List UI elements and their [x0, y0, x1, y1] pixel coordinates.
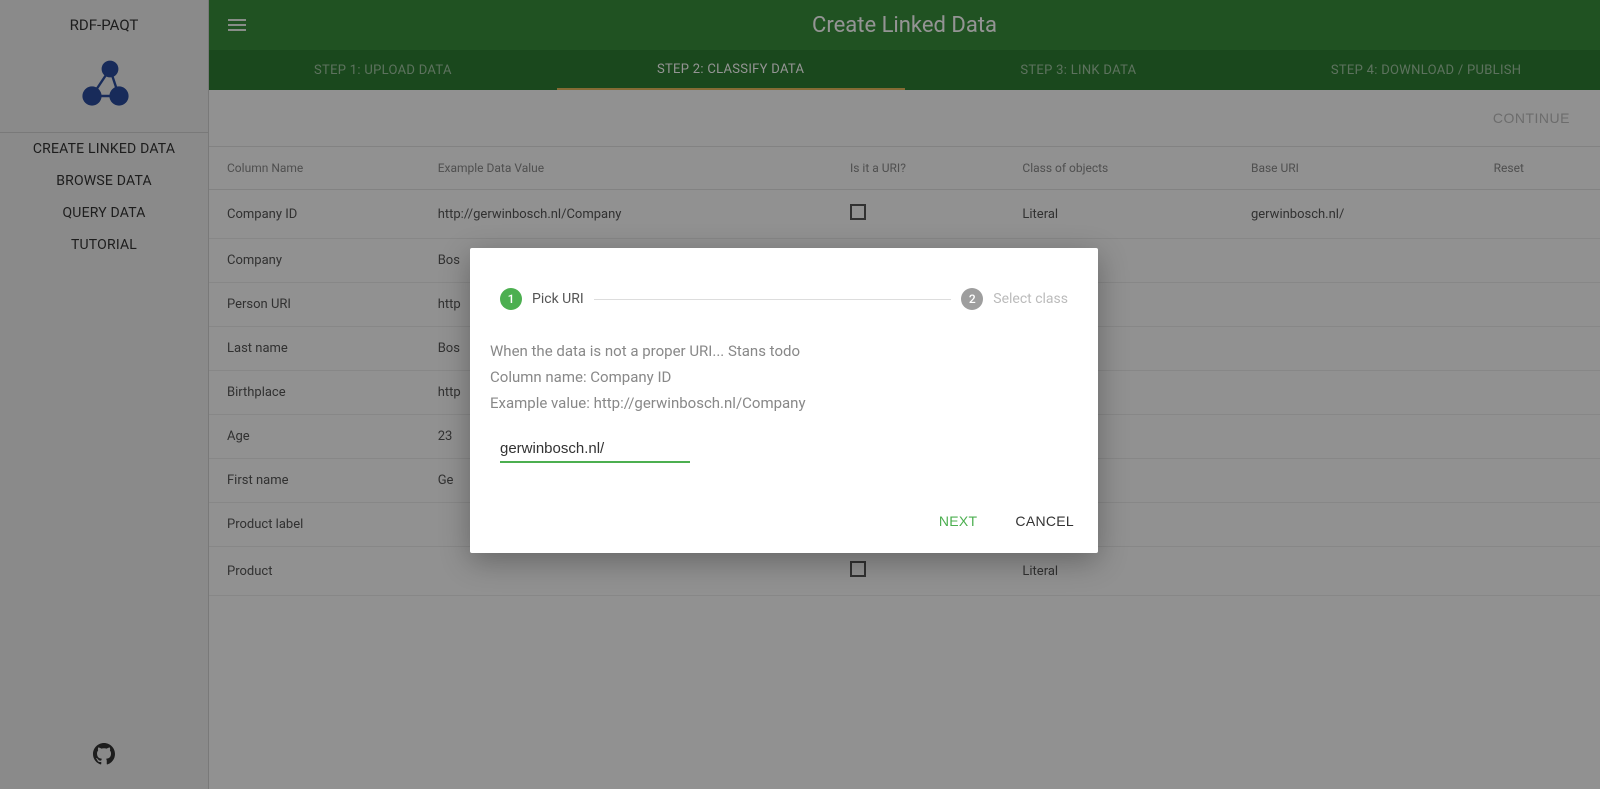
pick-uri-dialog: 1 Pick URI 2 Select class When the data … [470, 248, 1098, 553]
dialog-example-line: Example value: http://gerwinbosch.nl/Com… [490, 394, 1078, 412]
next-button[interactable]: NEXT [935, 505, 982, 537]
dialog-step-line [594, 299, 952, 300]
dialog-step-1-label: Pick URI [532, 291, 584, 307]
dialog-step-2-label: Select class [993, 291, 1068, 307]
dialog-step-2-circle: 2 [961, 288, 983, 310]
cancel-button[interactable]: CANCEL [1011, 505, 1078, 537]
dialog-step-1-circle: 1 [500, 288, 522, 310]
uri-input[interactable] [500, 436, 690, 463]
dialog-stepper: 1 Pick URI 2 Select class [470, 288, 1098, 310]
dialog-column-line: Column name: Company ID [490, 368, 1078, 386]
dialog-help-text: When the data is not a proper URI... Sta… [490, 342, 1078, 360]
